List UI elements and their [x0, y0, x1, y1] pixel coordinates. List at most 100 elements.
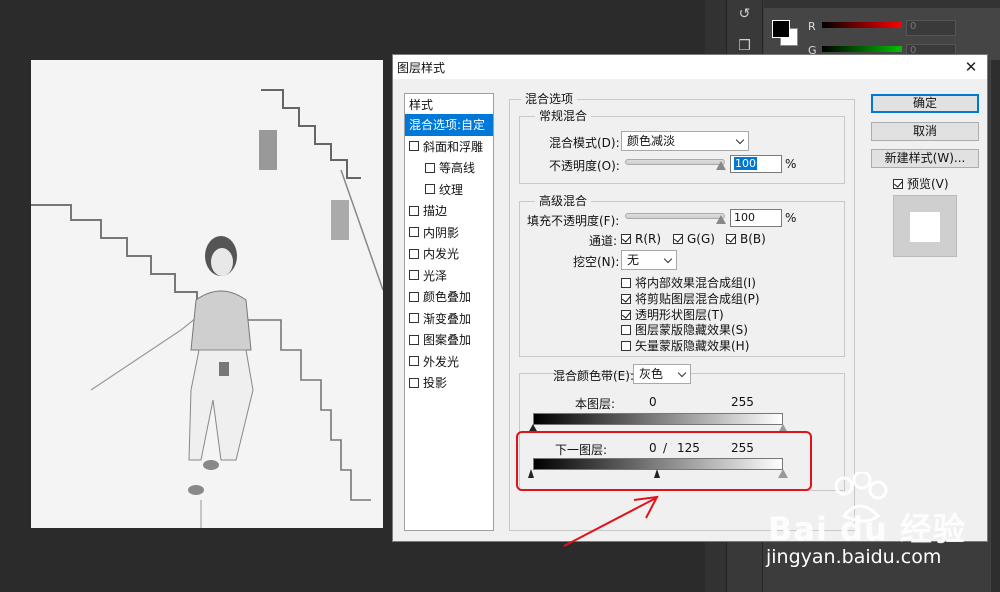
opacity-value: 100 — [734, 157, 757, 170]
style-item-stroke[interactable]: 描边 — [405, 200, 493, 222]
foreground-color-swatch[interactable] — [772, 20, 790, 38]
opacity-slider[interactable] — [625, 159, 725, 165]
opacity-slider-thumb[interactable] — [716, 161, 726, 170]
checkbox[interactable] — [621, 309, 631, 320]
new-style-button[interactable]: 新建样式(W)... — [871, 149, 979, 168]
channels-label: 通道: — [589, 234, 618, 248]
style-item-label: 图案叠加 — [423, 333, 472, 348]
channel-b-label: B(B) — [740, 232, 766, 246]
style-item-pattern-overlay[interactable]: 图案叠加 — [405, 329, 493, 351]
style-item-label: 内阴影 — [423, 225, 460, 240]
checkbox[interactable] — [621, 293, 631, 304]
blend-if-select[interactable]: 灰色 — [633, 364, 691, 384]
this-layer-low: 0 — [649, 395, 657, 409]
option-label: 图层蒙版隐藏效果(S) — [635, 323, 748, 337]
blend-mode-value: 颜色减淡 — [627, 134, 676, 148]
option-label: 将内部效果混合成组(I) — [635, 276, 756, 290]
style-item-bevel[interactable]: 斜面和浮雕 — [405, 136, 493, 158]
checkbox[interactable] — [621, 277, 631, 288]
option-vector-mask-hides[interactable]: 矢量蒙版隐藏效果(H) — [621, 337, 749, 354]
close-icon[interactable]: ✕ — [961, 57, 981, 77]
color-panel-tabs — [764, 0, 1000, 8]
style-item-inner-shadow[interactable]: 内阴影 — [405, 222, 493, 244]
style-item-outer-glow[interactable]: 外发光 — [405, 351, 493, 373]
style-item-drop-shadow[interactable]: 投影 — [405, 372, 493, 394]
this-layer-label: 本图层: — [575, 397, 616, 411]
chevron-down-icon — [735, 135, 745, 145]
checkbox[interactable] — [726, 234, 736, 244]
checkbox[interactable] — [409, 291, 419, 302]
advanced-blending-title: 高级混合 — [535, 192, 592, 209]
blend-mode-select[interactable]: 颜色减淡 — [621, 131, 749, 151]
preview-label: 预览(V) — [907, 177, 949, 191]
channel-g-checkbox[interactable]: G(G) — [673, 232, 715, 246]
option-blend-interior[interactable]: 将内部效果混合成组(I) — [621, 274, 756, 291]
knockout-value: 无 — [627, 253, 640, 267]
checkbox[interactable] — [409, 141, 419, 152]
checkbox[interactable] — [621, 234, 631, 244]
style-item-gradient-overlay[interactable]: 渐变叠加 — [405, 308, 493, 330]
option-layer-mask-hides[interactable]: 图层蒙版隐藏效果(S) — [621, 321, 748, 338]
this-layer-high: 255 — [731, 395, 754, 409]
general-blending-title: 常规混合 — [535, 107, 592, 124]
checkbox[interactable] — [409, 227, 419, 238]
style-item-satin[interactable]: 光泽 — [405, 265, 493, 287]
checkbox[interactable] — [409, 334, 419, 345]
knockout-label: 挖空(N): — [573, 255, 620, 269]
style-item-label: 光泽 — [423, 268, 448, 283]
dialog-title: 图层样式 — [397, 60, 446, 75]
checkbox[interactable] — [621, 324, 631, 335]
option-blend-clipped[interactable]: 将剪贴图层混合成组(P) — [621, 290, 760, 307]
checkbox[interactable] — [409, 270, 419, 281]
blend-options-title: 混合选项 — [521, 90, 578, 107]
checkbox[interactable] — [409, 205, 419, 216]
style-item-label: 外发光 — [423, 354, 460, 369]
fill-opacity-input[interactable]: 100 — [730, 209, 782, 227]
history-icon[interactable]: ↺ — [735, 6, 755, 24]
blend-if-value: 灰色 — [639, 367, 664, 381]
fill-opacity-slider[interactable] — [625, 213, 725, 219]
channel-b-checkbox[interactable]: B(B) — [726, 232, 766, 246]
preview-swatch — [910, 212, 940, 242]
checkbox[interactable] — [409, 313, 419, 324]
checkbox[interactable] — [409, 356, 419, 367]
red-slider[interactable] — [822, 22, 902, 28]
style-item-label: 投影 — [423, 376, 448, 391]
opacity-input[interactable]: 100 — [730, 155, 782, 173]
opacity-label: 不透明度(O): — [549, 159, 620, 173]
dialog-titlebar[interactable]: 图层样式 — [393, 55, 987, 79]
fill-opacity-slider-thumb[interactable] — [716, 215, 726, 224]
style-item-label: 等高线 — [439, 161, 476, 176]
checkbox[interactable] — [425, 184, 435, 195]
annotation-highlight-box — [516, 431, 812, 491]
fill-opacity-label: 填充不透明度(F): — [527, 214, 620, 228]
cancel-button[interactable]: 取消 — [871, 122, 979, 141]
checkbox[interactable] — [409, 377, 419, 388]
checkbox[interactable] — [893, 178, 903, 189]
styles-list: 样式 混合选项:自定 斜面和浮雕 等高线 纹理 描边 内阴影 内发光 光泽 颜色… — [404, 93, 494, 531]
fill-opacity-value: 100 — [734, 211, 755, 224]
style-item-inner-glow[interactable]: 内发光 — [405, 243, 493, 265]
knockout-select[interactable]: 无 — [621, 250, 677, 270]
checkbox[interactable] — [409, 248, 419, 259]
opacity-unit: % — [785, 157, 797, 171]
red-value[interactable]: 0 — [906, 20, 956, 36]
checkbox[interactable] — [425, 162, 435, 173]
style-item-blend-options[interactable]: 混合选项:自定 — [405, 114, 493, 136]
ps-scroll-edge — [990, 60, 1000, 592]
preview-checkbox[interactable]: 预览(V) — [893, 175, 949, 192]
style-item-texture[interactable]: 纹理 — [405, 179, 493, 201]
ok-button[interactable]: 确定 — [871, 94, 979, 113]
channel-r-checkbox[interactable]: R(R) — [621, 232, 661, 246]
style-item-contour[interactable]: 等高线 — [405, 157, 493, 179]
styles-header: 样式 — [409, 97, 434, 112]
green-slider[interactable] — [822, 46, 902, 52]
style-item-color-overlay[interactable]: 颜色叠加 — [405, 286, 493, 308]
style-preview — [893, 195, 957, 257]
fill-opacity-unit: % — [785, 211, 797, 225]
sketch-photo — [31, 60, 383, 528]
style-item-label: 混合选项:自定 — [409, 118, 486, 133]
checkbox[interactable] — [673, 234, 683, 244]
checkbox[interactable] — [621, 340, 631, 351]
option-label: 将剪贴图层混合成组(P) — [635, 292, 760, 306]
